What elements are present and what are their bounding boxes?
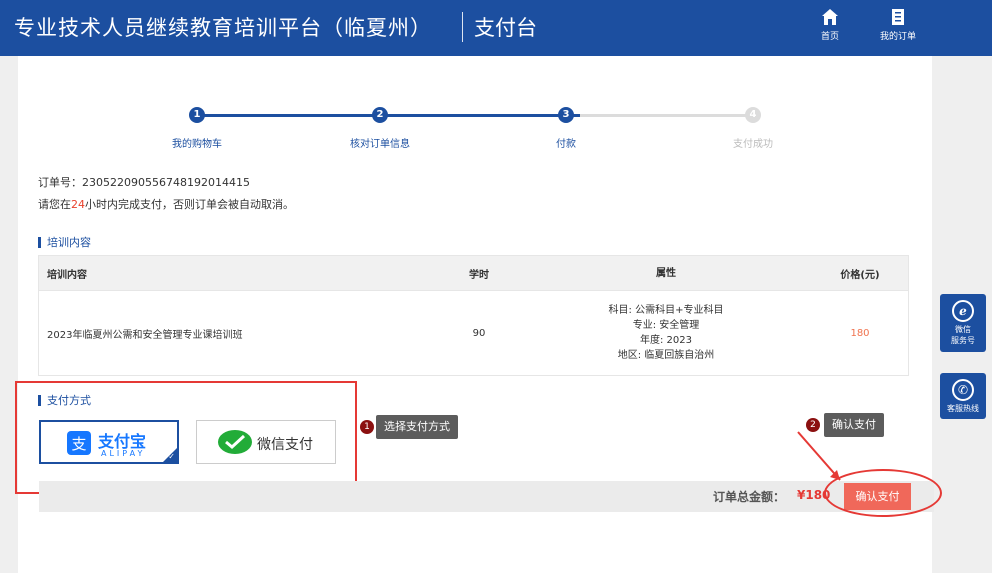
order-number: 订单号：2305220905567481920144​15 — [38, 176, 250, 189]
nav-home-label: 首页 — [820, 32, 839, 42]
step-progress-line — [198, 114, 580, 117]
platform-title: 专业技术人员继续教育培训平台（临夏州） — [14, 16, 432, 40]
tip-hours: 24 — [71, 198, 85, 211]
nav-orders-label: 我的订单 — [879, 32, 916, 42]
col-header-content: 培训内容 — [38, 255, 438, 291]
wechat-pay-label: 微信支付 — [257, 437, 313, 453]
course-hours: 90 — [438, 290, 520, 376]
nav-my-orders[interactable]: 我的订单 — [868, 6, 928, 42]
step-4-circle: 4 — [745, 107, 761, 123]
step-1-label: 我的购物车 — [172, 139, 222, 150]
training-section-title: 培训内容 — [38, 237, 91, 248]
nav-home[interactable]: 首页 — [800, 6, 860, 42]
alipay-label-en: ALIPAY — [101, 449, 146, 458]
page-subtitle: 支付台 — [474, 16, 537, 40]
step-remaining-line — [580, 114, 756, 117]
attr-subject: 科目: 公需科目+专业科目 — [608, 305, 724, 316]
step-3-circle: 3 — [558, 107, 574, 123]
col-header-hours: 学时 — [438, 255, 520, 291]
home-icon — [822, 9, 838, 25]
confirm-highlight-oval — [824, 469, 942, 517]
side-wechat-label-1: 微信 — [955, 325, 971, 334]
tip-1-badge: 1 — [360, 420, 374, 434]
step-2-circle: 2 — [372, 107, 388, 123]
top-header: 专业技术人员继续教育培训平台（临夏州） 支付台 首页 我的订单 — [0, 0, 992, 56]
phone-icon: ✆ — [952, 379, 974, 401]
step-2-label: 核对订单信息 — [350, 139, 410, 150]
svg-text:支: 支 — [71, 435, 86, 453]
wechat-pay-icon — [218, 430, 252, 454]
table-row: 2023年临夏州公需和安全管理专业课培训班 90 科目: 公需科目+专业科目 专… — [38, 290, 909, 376]
attr-year: 年度: 2023 — [640, 335, 692, 346]
course-attributes: 科目: 公需科目+专业科目 专业: 安全管理 年度: 2023 地区: 临夏回族… — [520, 290, 812, 376]
side-hotline-label: 客服热线 — [947, 404, 979, 413]
attr-region: 地区: 临夏回族自治州 — [617, 350, 715, 361]
step-4-label: 支付成功 — [733, 139, 773, 150]
alipay-option[interactable]: 支 支付宝 ALIPAY ✓ — [39, 420, 179, 464]
table-header-row: 培训内容 学时 属性 价格(元) — [38, 255, 909, 291]
step-1-circle: 1 — [189, 107, 205, 123]
training-table: 培训内容 学时 属性 价格(元) 2023年临夏州公需和安全管理专业课培训班 9… — [38, 255, 909, 376]
alipay-icon: 支 — [67, 431, 91, 455]
tip-select-payment: 选择支付方式 — [376, 415, 458, 439]
col-header-price: 价格(元) — [812, 255, 909, 291]
step-3-label: 付款 — [556, 139, 576, 150]
tip-prefix: 请您在 — [38, 198, 71, 211]
orders-icon — [892, 9, 904, 25]
side-wechat-label-2: 服务号 — [951, 336, 975, 345]
check-icon: ✓ — [168, 452, 175, 461]
side-hotline[interactable]: ✆ 客服热线 — [940, 373, 986, 419]
side-wechat-service[interactable]: ℯ 微信 服务号 — [940, 294, 986, 352]
course-price: 180 — [812, 290, 909, 376]
payment-deadline-tip: 请您在24小时内完成支付，否则订单会被自动取消。 — [38, 196, 294, 212]
col-header-attrs: 属性 — [520, 255, 812, 291]
wechat-service-icon: ℯ — [952, 300, 974, 322]
checkout-steps: 1 2 3 4 我的购物车 核对订单信息 付款 支付成功 — [18, 76, 932, 150]
wechat-pay-option[interactable]: 微信支付 — [196, 420, 336, 464]
total-label: 订单总金额： — [713, 490, 786, 504]
attr-major: 专业: 安全管理 — [632, 320, 700, 331]
tip-suffix: 小时内完成支付，否则订单会被自动取消。 — [85, 198, 294, 211]
course-name: 2023年临夏州公需和安全管理专业课培训班 — [38, 290, 438, 376]
title-divider — [462, 12, 463, 42]
